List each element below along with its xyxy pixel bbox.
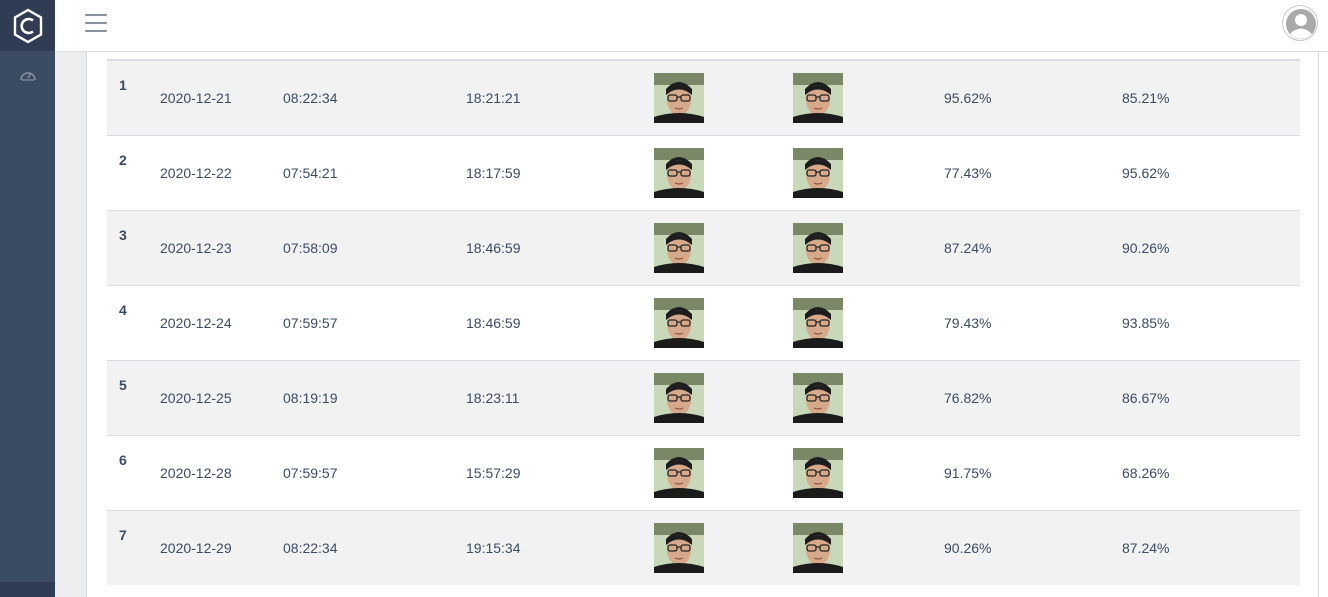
time-out-cell: 18:21:21 xyxy=(466,89,521,106)
checkin-photo-cell xyxy=(654,60,793,135)
checkin-photo-cell xyxy=(654,285,793,360)
checkin-score-cell: 90.26% xyxy=(944,539,992,556)
checkout-score-cell: 68.26% xyxy=(1122,464,1170,481)
checkin-face-photo[interactable] xyxy=(654,447,704,498)
date-cell: 2020-12-29 xyxy=(160,539,232,556)
checkin-photo-cell xyxy=(654,135,793,210)
checkin-face-photo[interactable] xyxy=(654,372,704,423)
checkin-face-photo[interactable] xyxy=(654,147,704,198)
checkout-photo-cell xyxy=(793,435,944,510)
checkin-face-photo[interactable] xyxy=(654,297,704,348)
checkin-photo-cell xyxy=(654,435,793,510)
time-out-cell: 18:17:59 xyxy=(466,164,521,181)
time-in-cell: 08:22:34 xyxy=(283,89,338,106)
date-cell: 2020-12-23 xyxy=(160,239,232,256)
checkout-face-photo[interactable] xyxy=(793,147,843,198)
attendance-card: 1 2020-12-21 08:22:34 18:21:21 95.62% 85… xyxy=(86,52,1319,597)
attendance-table: 1 2020-12-21 08:22:34 18:21:21 95.62% 85… xyxy=(107,59,1300,585)
checkout-score-cell: 86.67% xyxy=(1122,389,1170,406)
sidebar-minimizer[interactable] xyxy=(0,582,55,597)
time-out-cell: 18:46:59 xyxy=(466,314,521,331)
date-cell: 2020-12-28 xyxy=(160,464,232,481)
time-out-cell: 15:57:29 xyxy=(466,464,521,481)
row-number: 6 xyxy=(119,451,127,468)
time-out-cell: 18:23:11 xyxy=(466,389,520,406)
user-avatar-icon[interactable] xyxy=(1282,5,1318,41)
speedometer-icon xyxy=(19,72,36,81)
checkout-score-cell: 95.62% xyxy=(1122,164,1170,181)
checkin-score-cell: 87.24% xyxy=(944,239,992,256)
table-row: 4 2020-12-24 07:59:57 18:46:59 79.43% 93… xyxy=(107,285,1300,360)
date-cell: 2020-12-22 xyxy=(160,164,232,181)
date-cell: 2020-12-21 xyxy=(160,89,232,106)
checkout-face-photo[interactable] xyxy=(793,222,843,273)
brand-logo[interactable] xyxy=(0,0,55,51)
row-number: 5 xyxy=(119,376,127,393)
checkout-photo-cell xyxy=(793,210,944,285)
checkin-score-cell: 95.62% xyxy=(944,89,992,106)
row-number: 2 xyxy=(119,151,127,168)
hamburger-icon[interactable] xyxy=(85,14,107,32)
table-row: 1 2020-12-21 08:22:34 18:21:21 95.62% 85… xyxy=(107,60,1300,135)
table-row: 6 2020-12-28 07:59:57 15:57:29 91.75% 68… xyxy=(107,435,1300,510)
scrollbar[interactable] xyxy=(1319,52,1328,597)
row-number: 1 xyxy=(119,77,127,93)
time-in-cell: 07:58:09 xyxy=(283,239,338,256)
time-in-cell: 07:59:57 xyxy=(283,464,338,481)
checkout-face-photo[interactable] xyxy=(793,447,843,498)
checkin-photo-cell xyxy=(654,210,793,285)
checkout-score-cell: 85.21% xyxy=(1122,89,1170,106)
checkout-photo-cell xyxy=(793,360,944,435)
row-number: 3 xyxy=(119,226,127,243)
checkin-score-cell: 91.75% xyxy=(944,464,992,481)
checkin-face-photo[interactable] xyxy=(654,72,704,123)
checkin-photo-cell xyxy=(654,510,793,585)
time-out-cell: 19:15:34 xyxy=(466,539,521,556)
top-header xyxy=(55,0,1328,52)
table-row: 5 2020-12-25 08:19:19 18:23:11 76.82% 86… xyxy=(107,360,1300,435)
time-in-cell: 07:59:57 xyxy=(283,314,338,331)
row-number: 4 xyxy=(119,301,127,318)
checkin-score-cell: 79.43% xyxy=(944,314,992,331)
table-row: 2 2020-12-22 07:54:21 18:17:59 77.43% 95… xyxy=(107,135,1300,210)
date-cell: 2020-12-24 xyxy=(160,314,232,331)
checkin-face-photo[interactable] xyxy=(654,522,704,573)
checkout-photo-cell xyxy=(793,510,944,585)
time-in-cell: 08:19:19 xyxy=(283,389,338,406)
sidebar xyxy=(0,0,55,597)
row-number: 7 xyxy=(119,526,127,543)
checkout-score-cell: 90.26% xyxy=(1122,239,1170,256)
hexagon-c-logo-icon xyxy=(13,8,42,43)
date-cell: 2020-12-25 xyxy=(160,389,232,406)
checkout-face-photo[interactable] xyxy=(793,297,843,348)
table-row: 3 2020-12-23 07:58:09 18:46:59 87.24% 90… xyxy=(107,210,1300,285)
checkout-face-photo[interactable] xyxy=(793,72,843,123)
checkin-photo-cell xyxy=(654,360,793,435)
time-out-cell: 18:46:59 xyxy=(466,239,521,256)
checkout-photo-cell xyxy=(793,285,944,360)
checkout-photo-cell xyxy=(793,60,944,135)
checkout-score-cell: 87.24% xyxy=(1122,539,1170,556)
time-in-cell: 08:22:34 xyxy=(283,539,338,556)
checkin-face-photo[interactable] xyxy=(654,222,704,273)
checkin-score-cell: 77.43% xyxy=(944,164,992,181)
checkout-photo-cell xyxy=(793,135,944,210)
checkout-face-photo[interactable] xyxy=(793,522,843,573)
checkin-score-cell: 76.82% xyxy=(944,389,992,406)
sidebar-item-dashboard[interactable] xyxy=(0,60,55,90)
table-row: 7 2020-12-29 08:22:34 19:15:34 90.26% 87… xyxy=(107,510,1300,585)
checkout-face-photo[interactable] xyxy=(793,372,843,423)
checkout-score-cell: 93.85% xyxy=(1122,314,1170,331)
time-in-cell: 07:54:21 xyxy=(283,164,338,181)
